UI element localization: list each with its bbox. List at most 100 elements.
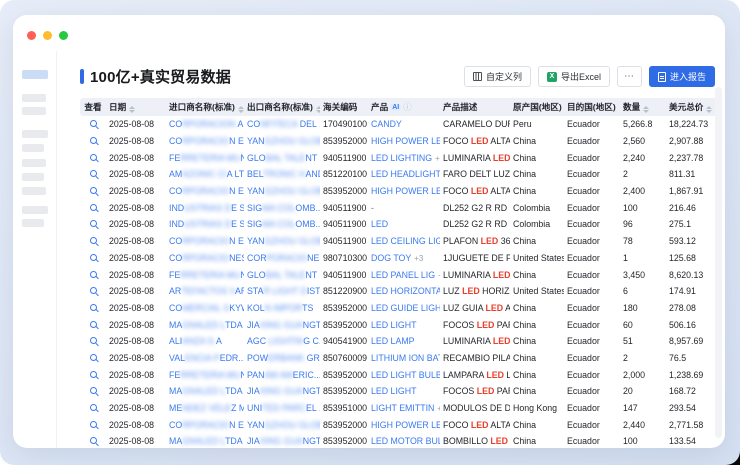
enter-report-button[interactable]: 进入报告 (649, 66, 715, 87)
cell-importer[interactable]: ALIANZA S.A (166, 333, 244, 350)
cell-exporter[interactable]: YANGZHOU GLOBAL LI... (244, 416, 320, 433)
sidebar-item-5[interactable] (22, 144, 44, 152)
cell-importer[interactable]: MAGNALED LTDA (166, 316, 244, 333)
cell-exporter[interactable]: UNITED PARCEL ... (244, 400, 320, 417)
cell-product[interactable]: LED MOTOR BULB (368, 433, 440, 448)
cell-exporter[interactable]: BELTRONIC HAND... (244, 166, 320, 183)
view-detail-button[interactable] (90, 136, 97, 146)
column-header-view[interactable]: 查看 (80, 98, 106, 116)
cell-product[interactable]: CANDY (368, 116, 440, 133)
cell-importer[interactable]: AMAZONIC CIA LTDA (166, 166, 244, 183)
more-products-badge[interactable]: +3 (414, 254, 423, 263)
view-detail-button[interactable] (90, 386, 97, 396)
cell-importer[interactable]: ARTEFACTOS VARA... (166, 283, 244, 300)
cell-product[interactable]: LED GUIDE LIGHT T (368, 300, 440, 317)
cell-importer[interactable]: CORPORACION A (166, 116, 244, 133)
cell-importer[interactable]: MAGNALED LTDA (166, 383, 244, 400)
view-detail-button[interactable] (90, 420, 97, 430)
cell-importer[interactable]: CORPORACION E... (166, 133, 244, 150)
sidebar-item-8[interactable] (22, 187, 46, 195)
cell-exporter[interactable]: GLOBAL TALENT ... (244, 266, 320, 283)
sidebar-item-7[interactable] (22, 173, 44, 181)
cell-exporter[interactable]: KOLN IMPORTS (244, 300, 320, 317)
minimize-icon[interactable] (43, 31, 52, 40)
view-detail-button[interactable] (90, 219, 97, 229)
vertical-scrollbar[interactable] (715, 87, 722, 438)
column-header-usd_total[interactable]: 美元总价 (666, 98, 717, 116)
cell-exporter[interactable]: JIAXING GUANGT... (244, 433, 320, 448)
sidebar-item-1[interactable] (22, 70, 48, 79)
view-detail-button[interactable] (90, 270, 97, 280)
product-link[interactable]: LITHIUM ION BATTE (371, 353, 440, 363)
cell-exporter[interactable]: STAR LIGHT DIST... (244, 283, 320, 300)
product-link[interactable]: LED LIGHTING (371, 153, 432, 163)
view-detail-button[interactable] (90, 320, 97, 330)
sort-icon[interactable] (643, 106, 649, 113)
column-header-product[interactable]: 产品AIⓘ (368, 98, 440, 116)
sidebar-item-4[interactable] (22, 130, 48, 138)
view-detail-button[interactable] (90, 236, 97, 246)
cell-product[interactable]: LED LIGHT BULB (368, 366, 440, 383)
cell-exporter[interactable]: AGC LIGHTING C... (244, 333, 320, 350)
column-header-date[interactable]: 日期 (106, 98, 166, 116)
product-link[interactable]: LED PANEL LIG (371, 270, 435, 280)
cell-product[interactable]: LED PANEL LIG+1 (368, 266, 440, 283)
cell-exporter[interactable]: YANGZHOU GLOBAL LI... (244, 133, 320, 150)
cell-product[interactable]: LED CEILING LIGHT (368, 233, 440, 250)
sidebar-item-10[interactable] (22, 219, 44, 227)
column-header-destination[interactable]: 目的国(地区) (564, 98, 620, 116)
cell-importer[interactable]: CORPORACION E... (166, 183, 244, 200)
cell-exporter[interactable]: YANGZHOU GLOBAL LI... (244, 183, 320, 200)
cell-product[interactable]: LITHIUM ION BATTE (368, 350, 440, 367)
more-products-badge[interactable]: +1 (438, 271, 440, 280)
view-detail-button[interactable] (90, 286, 97, 296)
column-header-origin[interactable]: 原产国(地区) (510, 98, 564, 116)
view-detail-button[interactable] (90, 153, 97, 163)
export-excel-button[interactable]: 导出Excel (538, 66, 610, 87)
sidebar-item-9[interactable] (22, 206, 48, 214)
cell-exporter[interactable]: SIGMA COLOMB... (244, 216, 320, 233)
cell-exporter[interactable]: CONFITECA DEL ... (244, 116, 320, 133)
cell-exporter[interactable]: JIAXING GUANGT... (244, 383, 320, 400)
cell-importer[interactable]: MAGNALED LTDA (166, 433, 244, 448)
cell-importer[interactable]: FERRETERIA MUNA ... (166, 366, 244, 383)
cell-importer[interactable]: FERRETERIA MUNA ... (166, 149, 244, 166)
cell-product[interactable]: LED LIGHT (368, 383, 440, 400)
cell-importer[interactable]: COMERCIAL SKYWI... (166, 300, 244, 317)
cell-product[interactable]: LED LIGHTING+1 (368, 149, 440, 166)
product-link[interactable]: LED (371, 219, 388, 229)
more-actions-button[interactable]: ⋯ (617, 66, 642, 87)
view-detail-button[interactable] (90, 169, 97, 179)
product-link[interactable]: LIGHT EMITTIN (371, 403, 434, 413)
cell-importer[interactable]: FERRETERIA MUNA ... (166, 266, 244, 283)
cell-importer[interactable]: INDUSTRIAS DE SIS... (166, 199, 244, 216)
product-link[interactable]: HIGH POWER LED F (371, 420, 440, 430)
cell-exporter[interactable]: JIAXING GUANGT... (244, 316, 320, 333)
view-detail-button[interactable] (90, 203, 97, 213)
sidebar-item-3[interactable] (22, 107, 46, 115)
column-header-exporter[interactable]: 出口商名称(标准) (244, 98, 320, 116)
view-detail-button[interactable] (90, 186, 97, 196)
cell-importer[interactable]: MENDEZ VELEZ M... (166, 400, 244, 417)
cell-exporter[interactable]: CORPORACIONES... (244, 250, 320, 267)
cell-product[interactable]: LED LIGHT (368, 316, 440, 333)
sidebar-item-2[interactable] (22, 94, 46, 102)
sort-icon[interactable] (316, 106, 320, 113)
cell-product[interactable]: HIGH POWER LED F (368, 416, 440, 433)
cell-exporter[interactable]: PANAM AMERIC... (244, 366, 320, 383)
view-detail-button[interactable] (90, 436, 97, 446)
view-detail-button[interactable] (90, 303, 97, 313)
product-link[interactable]: LED LIGHT BULB (371, 370, 440, 380)
cell-importer[interactable]: CORPORACION E... (166, 416, 244, 433)
cell-product[interactable]: LED HORIZONTAL L (368, 283, 440, 300)
sort-icon[interactable] (129, 106, 135, 113)
cell-product[interactable]: LIGHT EMITTIN+1 (368, 400, 440, 417)
cell-exporter[interactable]: POWERBANK GR... (244, 350, 320, 367)
sidebar-item-6[interactable] (22, 159, 46, 167)
view-detail-button[interactable] (90, 119, 97, 129)
cell-importer[interactable]: CORPORACIONES... (166, 250, 244, 267)
more-products-badge[interactable]: +1 (437, 404, 440, 413)
product-link[interactable]: LED LIGHT (371, 320, 416, 330)
column-header-importer[interactable]: 进口商名称(标准) (166, 98, 244, 116)
cell-product[interactable]: LED LAMP (368, 333, 440, 350)
